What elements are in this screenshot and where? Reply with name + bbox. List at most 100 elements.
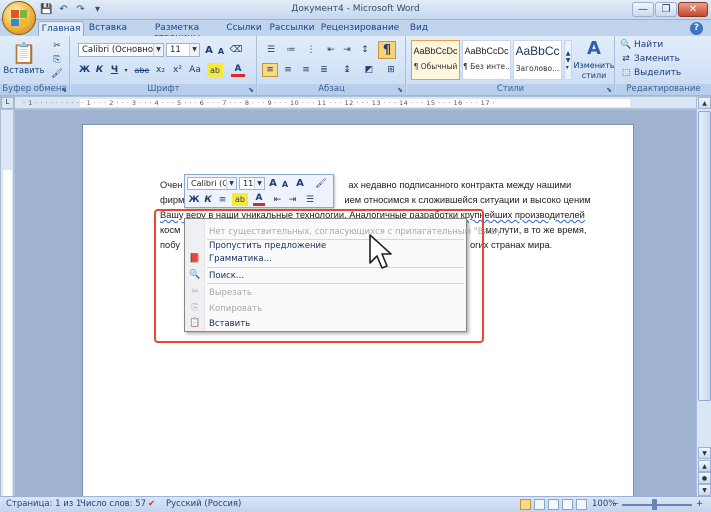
- mini-shrink-font-icon[interactable]: A: [280, 178, 290, 190]
- align-left-icon[interactable]: ≡: [262, 63, 278, 77]
- change-styles-button[interactable]: Изменить стили: [573, 60, 615, 82]
- mini-decrease-indent-icon[interactable]: ⇤: [271, 193, 284, 206]
- paragraph-dialog-launcher-icon[interactable]: ⬊: [397, 86, 403, 94]
- reading-view-icon[interactable]: [534, 499, 545, 510]
- mini-font-combo[interactable]: Calibri (Ос ▼: [187, 177, 237, 190]
- clear-formatting-icon[interactable]: ⌫: [229, 43, 243, 57]
- help-icon[interactable]: ?: [690, 22, 703, 35]
- numbering-icon[interactable]: ≔: [282, 43, 300, 57]
- font-name-combo[interactable]: Calibri (Основной те ▼: [78, 43, 164, 57]
- mini-format-painter-icon[interactable]: 🖌: [313, 177, 329, 190]
- change-styles-icon[interactable]: A: [577, 38, 611, 59]
- tab-review[interactable]: Рецензирование: [320, 21, 400, 36]
- grow-font-button[interactable]: A: [203, 43, 215, 57]
- maximize-button[interactable]: ❐: [655, 2, 677, 17]
- style-heading[interactable]: AaBbCc Заголово...: [513, 40, 562, 80]
- strikethrough-button[interactable]: abe: [133, 63, 151, 77]
- mini-increase-indent-icon[interactable]: ⇥: [286, 193, 299, 206]
- font-size-dropdown-icon[interactable]: ▼: [189, 44, 199, 56]
- font-dialog-launcher-icon[interactable]: ⬊: [248, 86, 254, 94]
- mini-font-color-icon[interactable]: A: [253, 193, 265, 206]
- scroll-up-icon[interactable]: ▲: [698, 97, 711, 109]
- next-page-icon[interactable]: ▼: [698, 484, 711, 496]
- styles-scroll-icon[interactable]: ▲ ▼ ▾: [564, 40, 572, 80]
- tab-page-layout[interactable]: Разметка страницы: [132, 21, 222, 43]
- underline-button[interactable]: Ч: [108, 63, 121, 77]
- underline-dropdown-icon[interactable]: ▾: [122, 63, 130, 77]
- scroll-down-icon[interactable]: ▼: [698, 447, 711, 459]
- borders-icon[interactable]: ⊞: [382, 63, 400, 77]
- format-painter-icon[interactable]: 🖌: [50, 68, 64, 80]
- draft-view-icon[interactable]: [576, 499, 587, 510]
- mini-grow-font-icon[interactable]: A: [267, 177, 279, 190]
- tab-insert[interactable]: Вставка: [86, 21, 130, 36]
- align-right-icon[interactable]: ≡: [298, 63, 314, 77]
- clipboard-dialog-launcher-icon[interactable]: ⬊: [61, 86, 67, 94]
- zoom-out-icon[interactable]: −: [612, 499, 619, 509]
- mini-center-icon[interactable]: ≡: [216, 193, 229, 206]
- copy-icon[interactable]: ⎘: [50, 54, 64, 66]
- align-center-icon[interactable]: ≡: [280, 63, 296, 77]
- mini-italic-icon[interactable]: К: [202, 193, 214, 206]
- increase-indent-icon[interactable]: ⇥: [340, 43, 354, 57]
- font-size-combo[interactable]: 11 ▼: [166, 43, 200, 57]
- bold-button[interactable]: Ж: [78, 63, 91, 77]
- sort-icon[interactable]: ↕: [358, 43, 372, 57]
- paste-icon[interactable]: 📋: [10, 41, 38, 65]
- language-indicator[interactable]: Русский (Россия): [166, 499, 241, 509]
- justify-icon[interactable]: ≣: [316, 63, 332, 77]
- zoom-in-icon[interactable]: +: [696, 499, 703, 509]
- prev-page-icon[interactable]: ▲: [698, 460, 711, 472]
- shading-icon[interactable]: ◩: [360, 63, 378, 77]
- multilevel-list-icon[interactable]: ⋮: [302, 43, 320, 57]
- minimize-button[interactable]: —: [632, 2, 654, 17]
- outline-view-icon[interactable]: [562, 499, 573, 510]
- find-button[interactable]: Найти: [634, 39, 678, 51]
- line-spacing-icon[interactable]: ↨: [338, 63, 356, 77]
- mini-size-combo[interactable]: 11 ▼: [239, 177, 265, 190]
- mini-styles-icon[interactable]: A: [293, 177, 307, 190]
- vertical-scrollbar[interactable]: ▲ ▼ ▲ ● ▼: [696, 97, 711, 496]
- italic-button[interactable]: К: [93, 63, 106, 77]
- web-view-icon[interactable]: [548, 499, 559, 510]
- highlight-button[interactable]: ab: [207, 63, 223, 77]
- tab-selector-button[interactable]: L: [1, 97, 14, 109]
- zoom-slider-thumb[interactable]: [652, 499, 657, 510]
- mini-bullets-icon[interactable]: ☰: [302, 193, 318, 206]
- font-name-dropdown-icon[interactable]: ▼: [153, 44, 163, 56]
- mini-highlight-icon[interactable]: ab: [232, 193, 248, 206]
- show-marks-button[interactable]: ¶: [378, 41, 396, 59]
- word-count[interactable]: Число слов: 57: [80, 499, 146, 509]
- cut-icon[interactable]: ✂: [50, 40, 64, 52]
- style-normal[interactable]: AaBbCcDc ¶ Обычный: [411, 40, 460, 80]
- styles-dialog-launcher-icon[interactable]: ⬊: [606, 86, 612, 94]
- proofing-icon[interactable]: ✔: [148, 499, 155, 509]
- page-count[interactable]: Страница: 1 из 1: [6, 499, 81, 509]
- font-color-button[interactable]: A: [231, 63, 245, 77]
- vertical-ruler[interactable]: [1, 110, 14, 496]
- shrink-font-button[interactable]: A: [216, 45, 226, 57]
- select-button[interactable]: Выделить: [634, 67, 694, 79]
- superscript-button[interactable]: x²: [170, 63, 185, 77]
- close-button[interactable]: ✕: [678, 2, 708, 17]
- mini-font-dropdown-icon[interactable]: ▼: [226, 178, 236, 189]
- style-no-spacing[interactable]: AaBbCcDc ¶ Без инте...: [462, 40, 511, 80]
- mini-size-dropdown-icon[interactable]: ▼: [254, 178, 264, 189]
- tab-mailings[interactable]: Рассылки: [268, 21, 316, 36]
- tab-view[interactable]: Вид: [404, 21, 434, 36]
- scroll-thumb[interactable]: [698, 111, 711, 401]
- paste-button-label[interactable]: Вставить: [2, 66, 46, 76]
- tab-references[interactable]: Ссылки: [224, 21, 264, 36]
- decrease-indent-icon[interactable]: ⇤: [324, 43, 338, 57]
- mini-bold-icon[interactable]: Ж: [188, 193, 200, 206]
- print-layout-view-icon[interactable]: [520, 499, 531, 510]
- zoom-slider[interactable]: [622, 504, 692, 506]
- subscript-button[interactable]: x₂: [153, 63, 168, 77]
- horizontal-ruler[interactable]: · 1 · · · · · · · · · · 1 · · · 2 · · · …: [15, 97, 711, 109]
- browse-object-icon[interactable]: ●: [698, 472, 711, 484]
- tab-home[interactable]: Главная: [38, 21, 84, 36]
- replace-button[interactable]: Заменить: [634, 53, 694, 65]
- bullets-icon[interactable]: ☰: [262, 43, 280, 57]
- office-button[interactable]: [2, 1, 36, 35]
- change-case-button[interactable]: Aa: [187, 63, 203, 77]
